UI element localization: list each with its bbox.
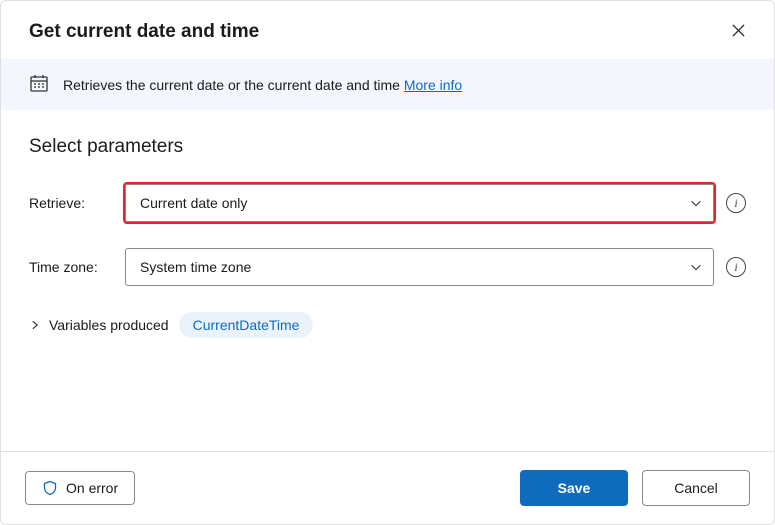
variables-label: Variables produced <box>49 317 169 333</box>
timezone-select[interactable]: System time zone <box>125 248 714 286</box>
dialog-header: Get current date and time <box>1 1 774 59</box>
retrieve-select[interactable]: Current date only <box>125 184 714 222</box>
variables-produced-row: Variables produced CurrentDateTime <box>29 312 746 338</box>
timezone-select-value: System time zone <box>140 259 251 275</box>
close-button[interactable] <box>727 19 750 45</box>
chevron-down-icon <box>689 260 703 274</box>
footer-actions: Save Cancel <box>520 470 750 506</box>
dialog-footer: On error Save Cancel <box>1 451 774 524</box>
variables-toggle[interactable]: Variables produced <box>29 317 169 333</box>
dialog-title: Get current date and time <box>29 21 259 43</box>
cancel-button[interactable]: Cancel <box>642 470 750 506</box>
more-info-link[interactable]: More info <box>404 77 462 93</box>
retrieve-label: Retrieve: <box>29 195 113 211</box>
info-bar: Retrieves the current date or the curren… <box>1 59 774 110</box>
chevron-down-icon <box>689 196 703 210</box>
shield-icon <box>42 480 58 496</box>
retrieve-select-value: Current date only <box>140 195 247 211</box>
save-button[interactable]: Save <box>520 470 628 506</box>
info-text: Retrieves the current date or the curren… <box>63 77 462 93</box>
on-error-label: On error <box>66 480 118 496</box>
param-row-timezone: Time zone: System time zone i <box>29 248 746 286</box>
chevron-right-icon <box>29 319 41 331</box>
retrieve-info-icon[interactable]: i <box>726 193 746 213</box>
timezone-label: Time zone: <box>29 259 113 275</box>
close-icon <box>731 23 746 38</box>
on-error-button[interactable]: On error <box>25 471 135 505</box>
calendar-icon <box>29 73 49 96</box>
param-row-retrieve: Retrieve: Current date only i <box>29 184 746 222</box>
content: Select parameters Retrieve: Current date… <box>1 110 774 451</box>
timezone-info-icon[interactable]: i <box>726 257 746 277</box>
variable-chip[interactable]: CurrentDateTime <box>179 312 314 338</box>
section-title: Select parameters <box>29 136 746 158</box>
